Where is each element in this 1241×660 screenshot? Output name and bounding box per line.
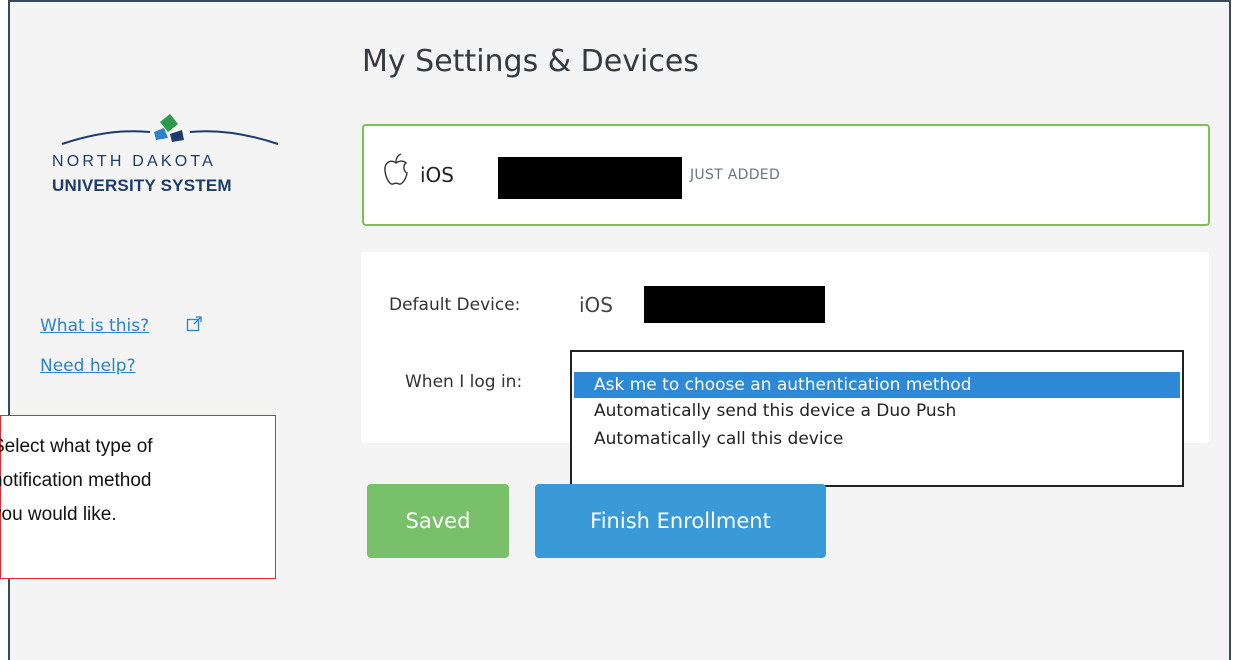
option-choose-method[interactable]: Ask me to choose an authentication metho…	[574, 372, 1180, 398]
logo-text-line2: UNIVERSITY SYSTEM	[52, 176, 232, 195]
device-card	[362, 124, 1210, 226]
redacted-device-name	[498, 157, 682, 199]
callout-line-1: Select what type of	[0, 436, 153, 457]
login-action-dropdown[interactable]: Ask me to choose an authentication metho…	[570, 350, 1184, 487]
saved-button[interactable]: Saved	[367, 484, 509, 558]
what-is-this-link[interactable]: What is this?	[40, 316, 149, 336]
device-os-name: iOS	[420, 163, 454, 187]
logo-text-line1: NORTH DAKOTA	[52, 153, 217, 170]
need-help-link[interactable]: Need help?	[40, 356, 136, 376]
callout-line-3: you would like.	[0, 504, 117, 525]
option-auto-push[interactable]: Automatically send this device a Duo Pus…	[574, 398, 1180, 424]
default-device-value[interactable]: iOS	[579, 293, 613, 317]
option-auto-call[interactable]: Automatically call this device	[574, 426, 1180, 452]
apple-icon	[384, 153, 408, 185]
finish-enrollment-button[interactable]: Finish Enrollment	[535, 484, 826, 558]
default-device-label: Default Device:	[389, 295, 521, 315]
callout-line-2: notification method	[0, 470, 152, 491]
just-added-badge: JUST ADDED	[690, 167, 781, 183]
login-action-label: When I log in:	[405, 372, 523, 392]
page-title: My Settings & Devices	[362, 44, 699, 79]
callout-text: Select what type of notification method …	[0, 430, 272, 532]
redacted-default-device	[644, 286, 825, 323]
external-link-icon[interactable]	[186, 316, 202, 332]
